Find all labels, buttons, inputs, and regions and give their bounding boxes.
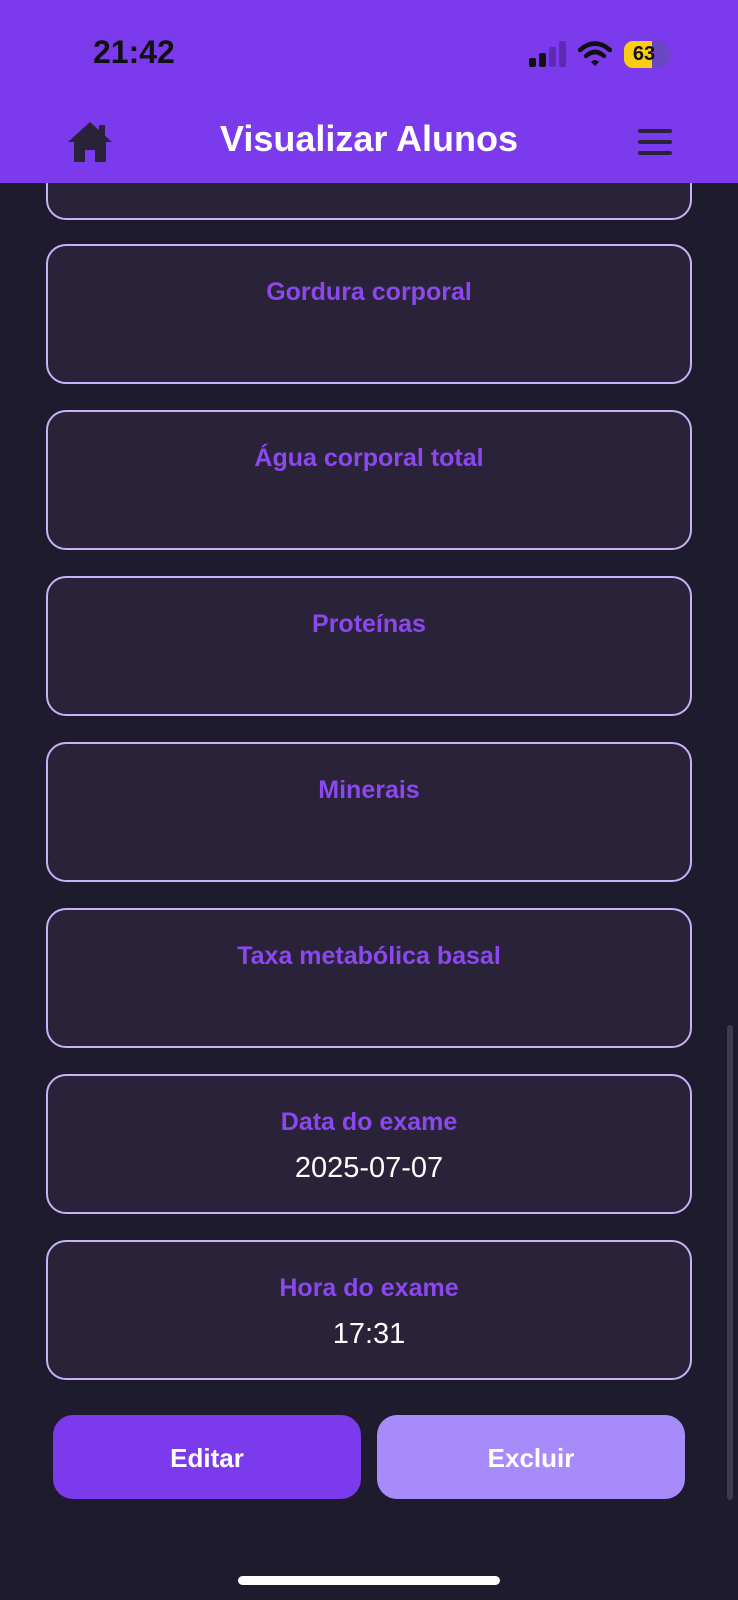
card-label: Taxa metabólica basal: [237, 942, 501, 970]
card-label: Água corporal total: [254, 444, 484, 472]
info-card-exam-time: Hora do exame 17:31: [46, 1240, 692, 1380]
app-header: 21:42 63 Visualizar Alunos: [0, 0, 738, 183]
edit-button[interactable]: Editar: [53, 1415, 361, 1499]
info-card-exam-date: Data do exame 2025-07-07: [46, 1074, 692, 1214]
battery-level: 63: [632, 43, 656, 65]
card-label: Hora do exame: [279, 1274, 459, 1302]
cellular-signal-icon: [529, 41, 566, 67]
card-label: Minerais: [318, 776, 420, 804]
battery-indicator: 63: [624, 41, 672, 69]
card-label: Proteínas: [312, 610, 426, 638]
delete-button[interactable]: Excluir: [377, 1415, 685, 1499]
card-label: Gordura corporal: [266, 278, 472, 306]
scrollbar[interactable]: [727, 1025, 733, 1500]
info-card-body-fat: Gordura corporal: [46, 244, 692, 384]
info-card-proteins: Proteínas: [46, 576, 692, 716]
card-label: Data do exame: [280, 1108, 458, 1136]
wifi-icon: [578, 41, 612, 66]
home-indicator[interactable]: [238, 1576, 500, 1585]
info-card-total-body-water: Água corporal total: [46, 410, 692, 550]
card-value: 2025-07-07: [294, 1152, 444, 1184]
page-title: Visualizar Alunos: [219, 118, 519, 159]
hamburger-menu-icon[interactable]: [636, 126, 674, 158]
info-card-basal-metabolic-rate: Taxa metabólica basal: [46, 908, 692, 1048]
info-card-minerals: Minerais: [46, 742, 692, 882]
status-time: 21:42: [93, 34, 175, 70]
card-value: 17:31: [332, 1318, 406, 1350]
